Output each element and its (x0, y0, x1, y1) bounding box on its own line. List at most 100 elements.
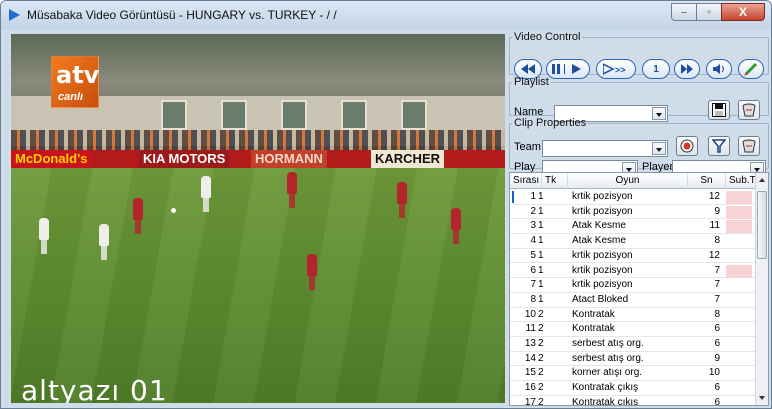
minimize-button[interactable]: – (671, 3, 697, 21)
table-row[interactable]: 4 1 Atak Kesme 8 (510, 234, 756, 249)
table-row[interactable]: 10 2 Kontratak 8 (510, 308, 756, 323)
cell-sn: 6 (714, 338, 720, 349)
cell-oyun: Kontratak (572, 308, 615, 320)
cell-sn: 6 (714, 323, 720, 335)
subtitle-indicator (726, 220, 752, 234)
control-panel: Video Control >> 1 Playlist Name Clip Pr… (509, 31, 769, 406)
team-label: Team (514, 141, 541, 153)
table-row[interactable]: 16 2 Kontratak çıkış 6 (510, 381, 756, 396)
floppy-disk-icon (712, 103, 726, 117)
cell-oyun: Kontratak çıkış (572, 382, 639, 394)
player-white (39, 218, 49, 254)
cell-oyun: Kontratak çıkış (572, 396, 639, 406)
cell-tk: 2 (538, 308, 544, 320)
football-pitch (11, 168, 505, 403)
scroll-down-icon[interactable] (759, 396, 765, 400)
clip-properties-legend: Clip Properties (514, 117, 587, 129)
team-action-button[interactable] (676, 136, 698, 156)
cell-sira: 16 (524, 382, 536, 394)
ball (171, 208, 176, 213)
table-row[interactable]: 3 1 Atak Kesme 11 (510, 219, 756, 235)
table-row[interactable]: 6 1 krtik pozisyon 7 (510, 264, 756, 279)
table-row[interactable]: 8 1 Atact Bloked 7 (510, 293, 756, 308)
table-row[interactable]: 11 2 Kontratak 6 (510, 322, 756, 337)
cell-tk: 1 (538, 293, 544, 305)
cell-oyun: krtik pozisyon (572, 264, 633, 276)
cell-oyun: korner atışı org. (572, 367, 643, 379)
subtitle-indicator (726, 264, 752, 278)
crowd (11, 130, 505, 150)
playlist-legend: Playlist (514, 76, 549, 88)
table-row[interactable]: 2 1 krtik pozisyon 9 (510, 205, 756, 220)
column-header-sn[interactable]: Sn (688, 173, 726, 189)
cell-oyun: krtik pozisyon (572, 205, 633, 217)
cell-oyun: krtik pozisyon (572, 279, 633, 291)
subtitle-indicator (726, 191, 752, 204)
cell-sn: 7 (714, 264, 720, 276)
table-row[interactable]: 13 2 serbest atış org. 6 (510, 337, 756, 352)
filter-button[interactable] (708, 136, 730, 156)
cell-sira: 7 (530, 279, 536, 291)
cell-sn: 7 (714, 293, 720, 305)
scrollbar-thumb[interactable] (757, 191, 767, 259)
clip-properties-group: Clip Properties Team Play Player (509, 117, 769, 177)
cell-oyun: Atak Kesme (572, 220, 626, 232)
cell-tk: 2 (538, 338, 544, 349)
cell-tk: 1 (538, 205, 544, 217)
pencil-icon (744, 62, 758, 76)
table-row[interactable]: 7 1 krtik pozisyon 7 (510, 278, 756, 293)
cell-tk: 1 (538, 249, 544, 261)
cell-sn: 11 (709, 220, 720, 232)
team-combo[interactable] (542, 140, 668, 157)
table-row[interactable]: 1 1 krtik pozisyon 12 (510, 190, 756, 205)
maximize-button[interactable]: ▫ (696, 3, 722, 21)
cell-sira: 1 (530, 191, 536, 202)
record-icon (680, 139, 694, 153)
ad-board-karcher: KARCHER (371, 150, 444, 168)
clip-table: Sırası Tk Oyun Sn Sub.T. 1 1 krtik pozisyo… (509, 172, 769, 406)
window-title: Müsabaka Video Görüntüsü - HUNGARY vs. T… (27, 8, 337, 22)
table-header: Sırası Tk Oyun Sn Sub.T. (510, 173, 757, 189)
table-row[interactable]: 17 2 Kontratak çıkış 6 (510, 396, 756, 406)
cell-sn: 10 (708, 367, 720, 379)
channel-logo: atv canlı (51, 56, 99, 108)
cell-tk: 2 (538, 396, 544, 406)
cell-oyun: serbest atış org. (572, 352, 644, 364)
player-red (397, 182, 407, 218)
cell-sira: 11 (525, 323, 536, 335)
column-header-tk[interactable]: Tk (542, 173, 568, 189)
cell-tk: 1 (538, 264, 544, 276)
column-header-sira[interactable]: Sırası (510, 173, 542, 189)
chevron-down-icon (652, 142, 666, 155)
pause-play-icon (552, 64, 581, 74)
cell-sira: 13 (524, 338, 536, 349)
video-control-group: Video Control >> 1 (509, 31, 769, 79)
table-scrollbar[interactable] (755, 173, 768, 405)
close-button[interactable]: X (721, 3, 765, 21)
scroll-up-icon[interactable] (759, 178, 765, 182)
subtitle-indicator (726, 205, 752, 219)
trash-icon (742, 139, 756, 153)
cell-sn: 6 (714, 382, 720, 394)
table-row[interactable]: 14 2 serbest atış org. 9 (510, 352, 756, 367)
delete-clip-button[interactable] (738, 136, 760, 156)
video-player[interactable]: McDonald's KIA MOTORS HORMANN KARCHER at… (11, 34, 505, 403)
cell-oyun: krtik pozisyon (572, 191, 633, 202)
column-header-subt[interactable]: Sub.T. (726, 173, 757, 189)
ad-board-kia: KIA MOTORS (139, 150, 230, 168)
cell-tk: 1 (538, 220, 544, 232)
title-bar[interactable]: Müsabaka Video Görüntüsü - HUNGARY vs. T… (1, 1, 771, 29)
table-row[interactable]: 15 2 korner atışı org. 10 (510, 366, 756, 382)
cell-sn: 12 (708, 249, 720, 261)
player-red (133, 198, 143, 234)
svg-text:>>: >> (615, 65, 626, 75)
table-row[interactable]: 5 1 krtik pozisyon 12 (510, 249, 756, 264)
filter-icon (712, 139, 726, 153)
column-header-oyun[interactable]: Oyun (568, 173, 688, 189)
cell-sira: 3 (530, 220, 536, 232)
cell-sn: 12 (708, 191, 720, 202)
cell-sn: 7 (714, 279, 720, 291)
cell-sira: 15 (524, 367, 536, 379)
cell-tk: 2 (538, 367, 544, 379)
cell-sira: 4 (530, 235, 536, 247)
